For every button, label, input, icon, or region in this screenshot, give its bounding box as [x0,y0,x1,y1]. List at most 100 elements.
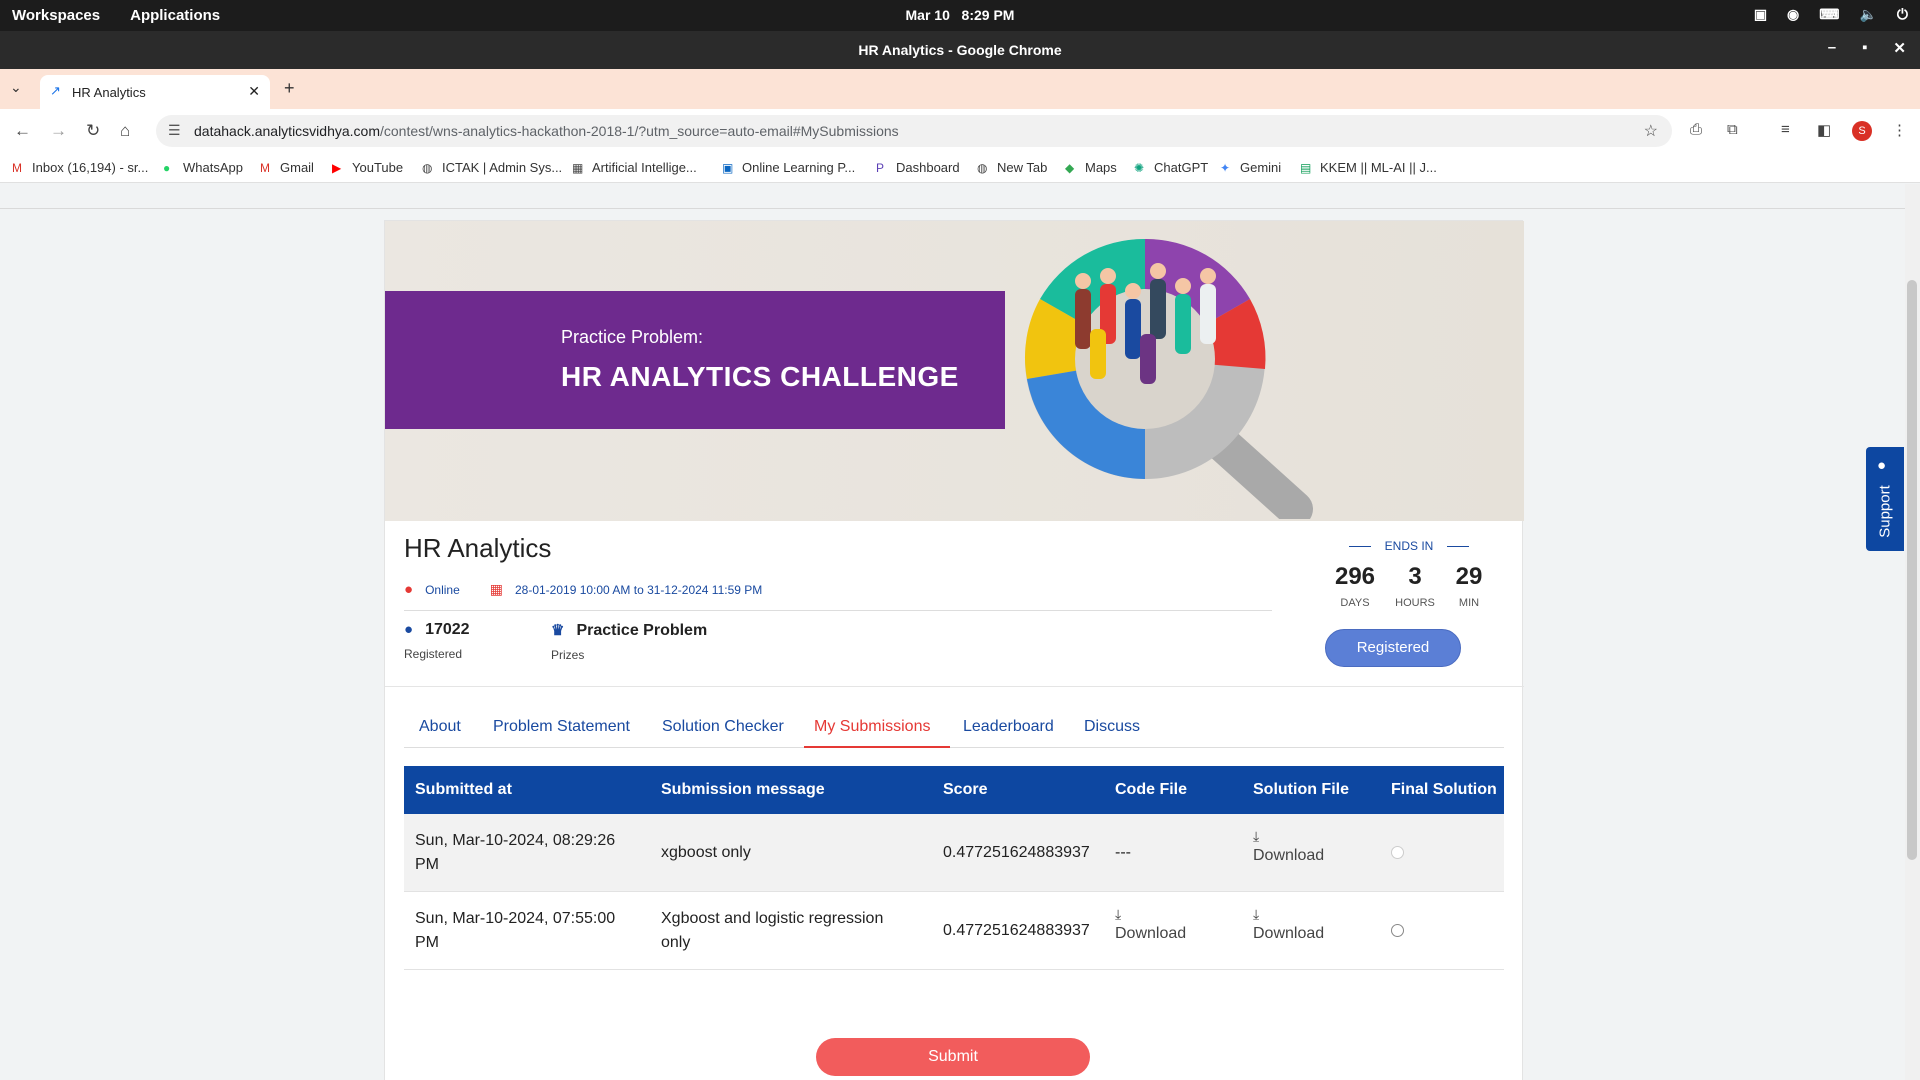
close-window-icon[interactable]: ✕ [1893,39,1906,57]
cell-score: 0.477251624883937 [943,844,1090,861]
tab-solution-checker[interactable]: Solution Checker [662,718,784,736]
contest-dates: 28-01-2019 10:00 AM to 31-12-2024 11:59 … [514,582,763,597]
bookmark-ictak[interactable]: ◍ ICTAK | Admin Sys... [422,160,562,175]
bookmark-star-icon[interactable]: ☆ [1644,121,1658,141]
tab-about[interactable]: About [419,718,461,736]
side-panel-icon[interactable]: ◧ [1817,121,1831,139]
solution-download-link[interactable]: ⤓ Download [1253,906,1324,943]
final-solution-radio[interactable] [1391,846,1404,859]
bookmark-chatgpt[interactable]: ✺ ChatGPT [1134,160,1208,175]
media-control-icon[interactable]: ≡ [1781,121,1790,138]
countdown-days-label: DAYS [1340,597,1370,609]
page-divider [0,208,1905,209]
url-text: datahack.analyticsvidhya.com/contest/wns… [194,123,899,139]
calendar-icon: ▦ [489,581,503,597]
bookmark-inbox[interactable]: M Inbox (16,194) - sr... [12,160,148,175]
tab-leaderboard[interactable]: Leaderboard [963,718,1054,736]
bookmark-whatsapp[interactable]: ● WhatsApp [163,160,243,175]
countdown-hours-label: HOURS [1395,597,1435,609]
bookmark-label: Dashboard [896,160,960,175]
extensions-icon[interactable]: ⧉ [1727,121,1738,138]
download-icon: ⤓ [1115,906,1122,922]
clock[interactable]: Mar 10 8:29 PM [0,7,1920,23]
globe-icon: ◍ [422,161,433,175]
bookmark-kkem[interactable]: ▤ KKEM || ML-AI || J... [1300,160,1437,175]
home-icon[interactable]: ⌂ [120,121,130,141]
cell-message: xgboost only [661,844,751,861]
submitted-period: PM [415,856,439,873]
system-tray: ▣ ◉ ⌨ 🔈 ⏻ [1754,6,1908,23]
tab-search-icon[interactable]: ⌄ [10,79,22,96]
analytics-illustration [1024,238,1313,519]
minimize-icon[interactable]: – [1828,39,1836,57]
bookmark-gemini[interactable]: ✦ Gemini [1220,160,1281,175]
bookmark-new-tab[interactable]: ◍ New Tab [977,160,1047,175]
bookmark-label: WhatsApp [183,160,243,175]
contest-tabs: About Problem Statement Solution Checker… [404,706,1504,748]
bookmark-label: New Tab [997,160,1048,175]
countdown-min: 29 MIN [1447,563,1491,609]
window-title-bar: HR Analytics - Google Chrome – ▪ ✕ [0,31,1920,69]
new-tab-icon[interactable]: + [284,78,295,99]
prize-label: Prizes [551,648,585,662]
registered-stat: ● 17022 Registered [404,621,470,661]
forward-icon[interactable]: → [50,121,67,141]
support-widget[interactable]: ● Support [1866,447,1904,551]
power-icon[interactable]: ⏻ [1897,6,1908,23]
bookmark-label: Gemini [1240,160,1282,175]
tab-discuss[interactable]: Discuss [1084,718,1140,736]
bookmark-online-learning[interactable]: ▣ Online Learning P... [722,160,855,175]
countdown-hours: 3 HOURS [1389,563,1441,609]
countdown-min-value: 29 [1455,563,1483,590]
header-score: Score [943,781,988,798]
message-line: Xgboost and logistic regression [661,910,884,927]
download-label: Download [1115,925,1187,942]
reload-icon[interactable]: ↻ [86,121,100,141]
bookmark-label: ChatGPT [1154,160,1209,175]
screen-share-icon[interactable]: ▣ [1754,6,1767,23]
location-pin-icon: ● [404,581,414,598]
bookmark-maps[interactable]: ◆ Maps [1065,160,1117,175]
maximize-icon[interactable]: ▪ [1862,39,1867,57]
volume-icon[interactable]: 🔈 [1859,6,1876,23]
bookmark-ai[interactable]: ▦ Artificial Intellige... [572,160,697,175]
table-row: Sun, Mar-10-2024, 07:55:00 PM Xgboost an… [404,892,1504,970]
scrollbar-thumb[interactable] [1907,280,1917,860]
code-download-link[interactable]: ⤓ Download [1115,906,1186,943]
url-path: /contest/wns-analytics-hackathon-2018-1/… [380,123,899,139]
browser-tab[interactable]: ↗ HR Analytics ✕ [40,75,270,109]
download-label: Download [1253,847,1325,864]
registered-button[interactable]: Registered [1325,629,1461,667]
download-icon: ⤓ [1253,828,1260,844]
clock-date: Mar 10 [905,7,950,23]
countdown-days: 296 DAYS [1329,563,1381,609]
bookmark-dashboard[interactable]: P Dashboard [876,160,960,175]
printer-icon[interactable]: ⎙ [1690,121,1702,138]
bookmark-youtube[interactable]: ▶ YouTube [332,160,403,175]
bookmark-gmail[interactable]: M Gmail [260,160,314,175]
chat-bubble-icon: ● [1877,457,1887,474]
site-info-icon[interactable]: ☰ [168,122,181,139]
menu-kebab-icon[interactable]: ⋮ [1892,121,1907,139]
close-tab-icon[interactable]: ✕ [248,83,260,100]
submit-button[interactable]: Submit [816,1038,1090,1076]
address-bar[interactable]: ☰ datahack.analyticsvidhya.com/contest/w… [156,115,1672,147]
header-solution-file: Solution File [1253,781,1349,798]
header-submission-message: Submission message [661,781,825,798]
analytics-favicon-icon: ↗ [50,83,61,98]
ends-in-heading: ENDS IN [1329,539,1489,553]
tab-my-submissions[interactable]: My Submissions [814,718,930,736]
submissions-table: Submitted at Submission message Score Co… [404,766,1504,970]
contest-card: Practice Problem: HR ANALYTICS CHALLENGE [384,220,1524,1080]
final-solution-radio[interactable] [1391,924,1404,937]
solution-download-link[interactable]: ⤓ Download [1253,828,1324,865]
back-icon[interactable]: ← [14,121,31,141]
keyboard-icon[interactable]: ⌨ [1819,6,1839,23]
banner-ribbon [385,291,1005,429]
submitted-period: PM [415,934,439,951]
header-code-file: Code File [1115,781,1188,798]
profile-avatar[interactable]: S [1852,121,1872,141]
tab-problem-statement[interactable]: Problem Statement [493,718,630,736]
browser-tab-title: HR Analytics [72,85,146,100]
discord-icon[interactable]: ◉ [1787,6,1799,23]
